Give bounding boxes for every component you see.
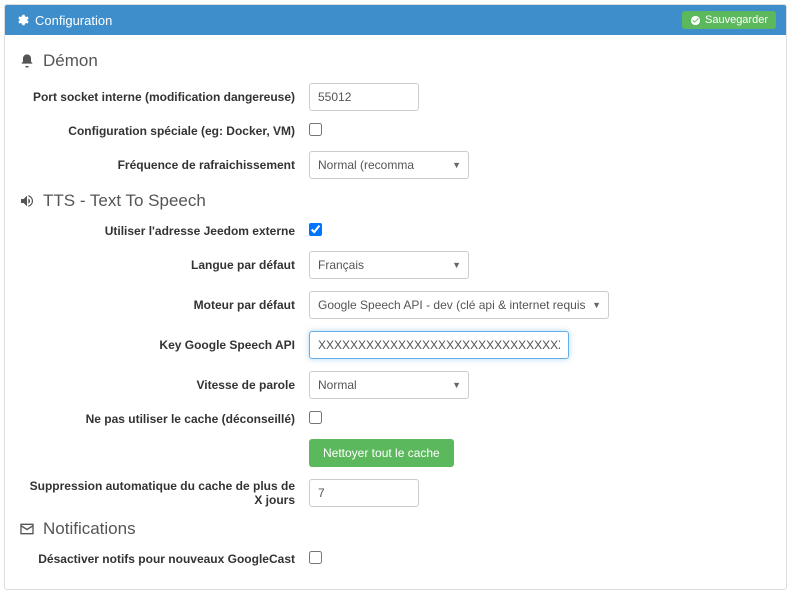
engine-select[interactable]: Google Speech API - dev (clé api & inter…	[309, 291, 609, 319]
panel-header-left: Configuration	[15, 13, 112, 28]
api-key-label: Key Google Speech API	[19, 338, 309, 352]
panel-header: Configuration Sauvegarder	[5, 5, 786, 35]
row-no-cache: Ne pas utiliser le cache (déconseillé)	[19, 411, 772, 427]
row-external-addr: Utiliser l'adresse Jeedom externe	[19, 223, 772, 239]
no-cache-checkbox[interactable]	[309, 411, 322, 424]
row-auto-delete: Suppression automatique du cache de plus…	[19, 479, 772, 507]
volume-icon	[19, 193, 35, 209]
no-cache-label: Ne pas utiliser le cache (déconseillé)	[19, 412, 309, 426]
row-clear-cache: Nettoyer tout le cache	[19, 439, 772, 467]
port-input[interactable]	[309, 83, 419, 111]
row-lang: Langue par défaut Français	[19, 251, 772, 279]
auto-delete-input[interactable]	[309, 479, 419, 507]
engine-label: Moteur par défaut	[19, 298, 309, 312]
auto-delete-label: Suppression automatique du cache de plus…	[19, 479, 309, 507]
save-button-label: Sauvegarder	[705, 14, 768, 26]
section-notifications: Notifications	[19, 519, 772, 539]
row-disable-notifs: Désactiver notifs pour nouveaux GoogleCa…	[19, 551, 772, 567]
row-refresh: Fréquence de rafraichissement Normal (re…	[19, 151, 772, 179]
config-panel: Configuration Sauvegarder Démon Port soc…	[4, 4, 787, 590]
external-addr-checkbox[interactable]	[309, 223, 322, 236]
disable-notifs-checkbox[interactable]	[309, 551, 322, 564]
special-config-label: Configuration spéciale (eg: Docker, VM)	[19, 124, 309, 138]
row-engine: Moteur par défaut Google Speech API - de…	[19, 291, 772, 319]
panel-title: Configuration	[35, 13, 112, 28]
special-config-checkbox[interactable]	[309, 123, 322, 136]
row-api-key: Key Google Speech API	[19, 331, 772, 359]
envelope-icon	[19, 521, 35, 537]
row-special-config: Configuration spéciale (eg: Docker, VM)	[19, 123, 772, 139]
save-button[interactable]: Sauvegarder	[682, 11, 776, 29]
section-notifications-title: Notifications	[43, 519, 136, 539]
speed-label: Vitesse de parole	[19, 378, 309, 392]
bell-icon	[19, 53, 35, 69]
refresh-label: Fréquence de rafraichissement	[19, 158, 309, 172]
disable-notifs-label: Désactiver notifs pour nouveaux GoogleCa…	[19, 552, 309, 566]
refresh-select[interactable]: Normal (recomma	[309, 151, 469, 179]
gears-icon	[15, 13, 29, 27]
section-demon-title: Démon	[43, 51, 98, 71]
section-tts: TTS - Text To Speech	[19, 191, 772, 211]
speed-select[interactable]: Normal	[309, 371, 469, 399]
lang-select[interactable]: Français	[309, 251, 469, 279]
panel-body: Démon Port socket interne (modification …	[5, 35, 786, 589]
api-key-input[interactable]	[309, 331, 569, 359]
section-tts-title: TTS - Text To Speech	[43, 191, 206, 211]
check-icon	[690, 15, 701, 26]
row-port: Port socket interne (modification danger…	[19, 83, 772, 111]
row-speed: Vitesse de parole Normal	[19, 371, 772, 399]
section-demon: Démon	[19, 51, 772, 71]
lang-label: Langue par défaut	[19, 258, 309, 272]
clear-cache-button[interactable]: Nettoyer tout le cache	[309, 439, 454, 467]
port-label: Port socket interne (modification danger…	[19, 90, 309, 104]
external-addr-label: Utiliser l'adresse Jeedom externe	[19, 224, 309, 238]
